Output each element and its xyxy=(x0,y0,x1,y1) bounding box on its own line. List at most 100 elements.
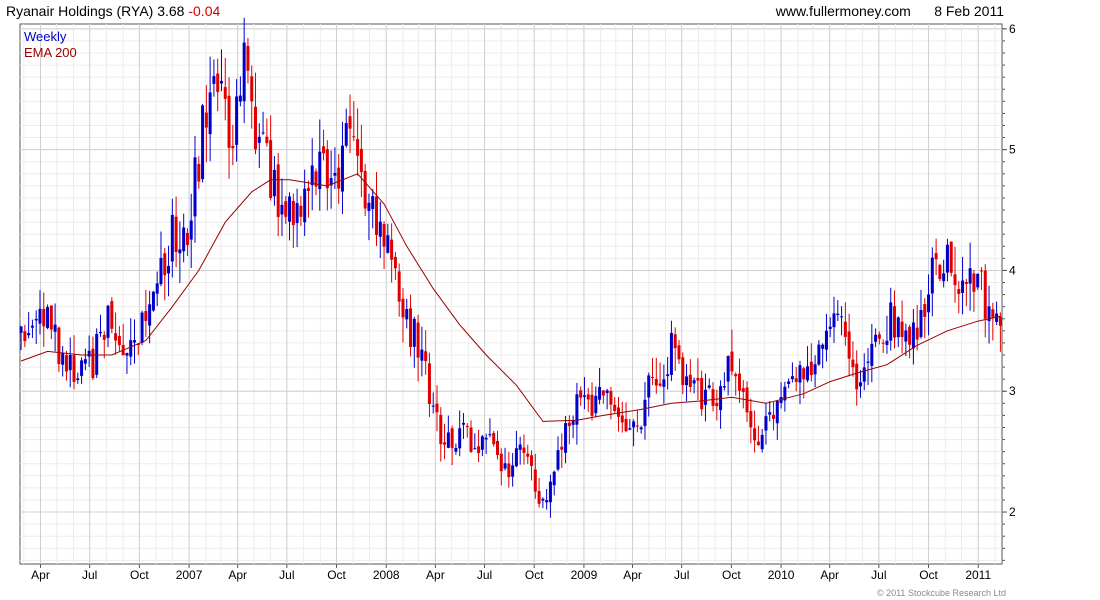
candle-body xyxy=(893,306,897,338)
candle-body xyxy=(246,45,250,71)
candle-body xyxy=(238,95,242,102)
candle-body xyxy=(193,157,197,217)
candle-body xyxy=(465,425,469,427)
x-tick-label: 2008 xyxy=(373,568,400,582)
candle-body xyxy=(821,344,825,349)
candle-body xyxy=(715,402,719,407)
candle-body xyxy=(356,139,360,156)
x-tick-label: Apr xyxy=(31,568,50,582)
candle-body xyxy=(495,440,499,456)
candle-body xyxy=(125,352,129,356)
candle-body xyxy=(696,378,700,381)
candle-body xyxy=(212,76,216,84)
candle-body xyxy=(409,308,413,348)
candle-body xyxy=(30,325,34,328)
candle-body xyxy=(806,366,810,381)
candle-body xyxy=(80,360,84,376)
candle-body xyxy=(613,404,617,412)
x-tick-label: Jul xyxy=(82,568,97,582)
candle-body xyxy=(170,214,174,262)
candle-body xyxy=(197,164,201,182)
candle-body xyxy=(666,374,670,377)
x-tick-label: Oct xyxy=(130,568,149,582)
candle-body xyxy=(802,368,806,380)
candle-body xyxy=(983,270,987,319)
candle-body xyxy=(140,312,144,343)
candle-body xyxy=(61,352,65,365)
candle-body xyxy=(526,453,530,457)
candle-body xyxy=(386,235,390,253)
candle-body xyxy=(189,220,193,240)
candle-body xyxy=(401,298,405,318)
candle-body xyxy=(700,377,704,410)
candle-body xyxy=(450,428,454,448)
candle-body xyxy=(858,382,862,387)
candle-body xyxy=(477,446,481,454)
x-tick-label: Jul xyxy=(279,568,294,582)
candle-body xyxy=(707,385,711,388)
candle-body xyxy=(133,340,137,343)
candle-body xyxy=(223,87,227,99)
y-tick-label: 5 xyxy=(1009,143,1016,157)
candle-body xyxy=(964,282,968,284)
candle-body xyxy=(405,309,409,320)
candle-body xyxy=(790,376,794,380)
candle-body xyxy=(703,389,707,405)
candle-body xyxy=(855,363,859,390)
candle-body xyxy=(488,434,492,436)
candle-body xyxy=(711,389,715,406)
candle-body xyxy=(522,447,526,453)
candle-body xyxy=(832,313,836,328)
candle-body xyxy=(446,432,450,448)
candle-body xyxy=(34,318,38,321)
candle-body xyxy=(83,359,87,364)
candle-body xyxy=(492,432,496,445)
candle-body xyxy=(174,216,178,252)
candlestick xyxy=(140,310,144,346)
candle-body xyxy=(499,453,503,472)
x-tick-label: Jul xyxy=(674,568,689,582)
candlestick xyxy=(46,304,50,330)
candle-body xyxy=(552,471,556,486)
candle-body xyxy=(567,422,571,427)
candle-body xyxy=(185,232,189,246)
candle-body xyxy=(896,317,900,338)
candle-body xyxy=(961,280,965,293)
candle-body xyxy=(378,221,382,237)
candle-body xyxy=(178,249,182,254)
candle-body xyxy=(144,311,148,321)
y-tick-label: 2 xyxy=(1009,505,1016,519)
candle-body xyxy=(431,405,435,407)
candle-body xyxy=(813,364,817,375)
candle-body xyxy=(530,455,534,466)
candle-body xyxy=(564,423,568,453)
candle-body xyxy=(352,136,356,138)
candle-body xyxy=(235,96,239,145)
candle-body xyxy=(794,378,798,382)
candle-body xyxy=(511,465,515,477)
candle-body xyxy=(934,253,938,260)
candle-body xyxy=(945,244,949,273)
candle-body xyxy=(870,343,874,366)
candle-body xyxy=(318,151,322,190)
candle-body xyxy=(768,412,772,415)
candle-body xyxy=(753,428,757,441)
candle-body xyxy=(375,196,379,236)
candle-body xyxy=(254,106,258,150)
candle-body xyxy=(772,414,776,419)
candle-body xyxy=(390,239,394,260)
candle-body xyxy=(817,344,821,365)
candle-body xyxy=(435,403,439,413)
candle-body xyxy=(836,313,840,315)
candle-body xyxy=(288,196,292,222)
candle-body xyxy=(976,273,980,288)
candle-body xyxy=(874,334,878,342)
y-tick-label: 4 xyxy=(1009,263,1016,277)
candle-body xyxy=(654,378,658,386)
candle-body xyxy=(325,149,329,189)
candle-body xyxy=(624,419,628,432)
candle-body xyxy=(692,380,696,384)
candle-body xyxy=(98,331,102,334)
candle-body xyxy=(927,294,931,313)
candle-body xyxy=(677,345,681,360)
